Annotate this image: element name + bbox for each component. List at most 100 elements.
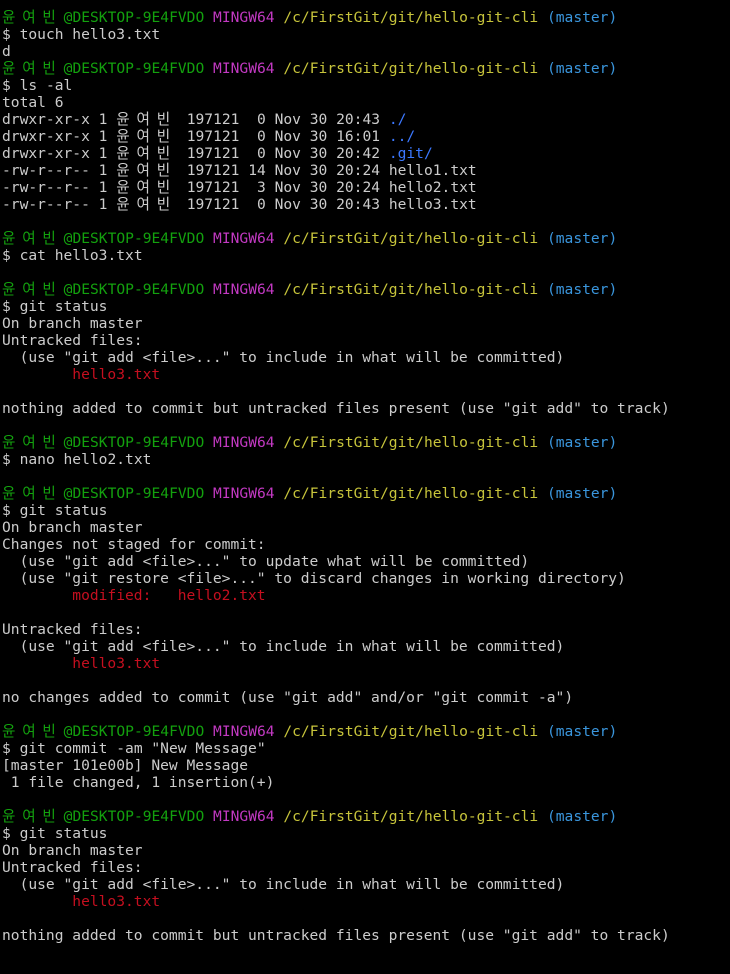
prompt-symbol: $ (2, 502, 11, 519)
ls-permissions: drwxr-xr-x (2, 128, 90, 145)
prompt-line: 윤 여 빈 @DESKTOP-9E4FVDO MINGW64 /c/FirstG… (2, 9, 730, 26)
command-line: $ touch hello3.txt (2, 26, 730, 43)
ls-date: Nov 30 20:43 (274, 111, 381, 128)
prompt-host: @DESKTOP-9E4FVDO (63, 281, 205, 298)
output-text: (use "git add <file>..." to include in w… (2, 638, 565, 655)
output-line-highlight: hello3.txt (2, 366, 730, 383)
ls-owner: 윤 여 빈 (116, 128, 170, 145)
prompt-user: 윤 여 빈 (2, 808, 56, 825)
output-text: Untracked files: (2, 859, 143, 876)
output-text: Untracked files: (2, 332, 143, 349)
prompt-env: MINGW64 (213, 9, 275, 26)
prompt-symbol: $ (2, 740, 11, 757)
ls-permissions: -rw-r--r-- (2, 196, 90, 213)
command-text: nano hello2.txt (19, 451, 152, 468)
output-text: (use "git restore <file>..." to discard … (2, 570, 626, 587)
output-line: no changes added to commit (use "git add… (2, 689, 730, 706)
output-line: [master 101e00b] New Message (2, 757, 730, 774)
ls-group: 197121 (186, 145, 240, 162)
prompt-user: 윤 여 빈 (2, 723, 56, 740)
ls-filename: ../ (388, 128, 416, 145)
terminal-window[interactable]: 윤 여 빈 @DESKTOP-9E4FVDO MINGW64 /c/FirstG… (0, 0, 730, 974)
command-line: $ git commit -am "New Message" (2, 740, 730, 757)
ls-entry: drwxr-xr-x 1 윤 여 빈 197121 0 Nov 30 16:01… (2, 128, 730, 145)
command-text: ls -al (19, 77, 73, 94)
output-line: Untracked files: (2, 332, 730, 349)
prompt-line: 윤 여 빈 @DESKTOP-9E4FVDO MINGW64 /c/FirstG… (2, 281, 730, 298)
output-line: On branch master (2, 842, 730, 859)
prompt-path: /c/FirstGit/git/hello-git-cli (283, 723, 539, 740)
output-text: On branch master (2, 519, 143, 536)
prompt-path: /c/FirstGit/git/hello-git-cli (283, 60, 539, 77)
command-line: $ git status (2, 502, 730, 519)
command-line: $ nano hello2.txt (2, 451, 730, 468)
prompt-host: @DESKTOP-9E4FVDO (63, 723, 205, 740)
ls-entry: drwxr-xr-x 1 윤 여 빈 197121 0 Nov 30 20:42… (2, 145, 730, 162)
prompt-line: 윤 여 빈 @DESKTOP-9E4FVDO MINGW64 /c/FirstG… (2, 230, 730, 247)
output-text: nothing added to commit but untracked fi… (2, 927, 670, 944)
prompt-symbol: $ (2, 451, 11, 468)
prompt-env: MINGW64 (213, 485, 275, 502)
ls-entry: -rw-r--r-- 1 윤 여 빈 197121 3 Nov 30 20:24… (2, 179, 730, 196)
output-text: nothing added to commit but untracked fi… (2, 400, 670, 417)
output-line: Changes not staged for commit: (2, 536, 730, 553)
output-line: nothing added to commit but untracked fi… (2, 400, 730, 417)
ls-group: 197121 (186, 128, 240, 145)
git-status-file: hello3.txt (2, 893, 161, 910)
prompt-branch: (master) (546, 723, 618, 740)
prompt-env: MINGW64 (213, 434, 275, 451)
ls-links: 1 (98, 128, 108, 145)
prompt-env: MINGW64 (213, 808, 275, 825)
ls-group: 197121 (186, 196, 240, 213)
prompt-branch: (master) (546, 281, 618, 298)
command-line: $ cat hello3.txt (2, 247, 730, 264)
ls-entry: -rw-r--r-- 1 윤 여 빈 197121 14 Nov 30 20:2… (2, 162, 730, 179)
prompt-line: 윤 여 빈 @DESKTOP-9E4FVDO MINGW64 /c/FirstG… (2, 808, 730, 825)
output-line: Untracked files: (2, 859, 730, 876)
ls-entry: -rw-r--r-- 1 윤 여 빈 197121 0 Nov 30 20:43… (2, 196, 730, 213)
ls-date: Nov 30 16:01 (274, 128, 381, 145)
ls-owner: 윤 여 빈 (116, 179, 170, 196)
ls-permissions: drwxr-xr-x (2, 111, 90, 128)
output-line: Untracked files: (2, 621, 730, 638)
output-text: total 6 (2, 94, 64, 111)
prompt-path: /c/FirstGit/git/hello-git-cli (283, 230, 539, 247)
output-text: (use "git add <file>..." to include in w… (2, 349, 565, 366)
command-text: git status (19, 825, 108, 842)
git-status-file: modified: hello2.txt (2, 587, 266, 604)
ls-filename: ./ (388, 111, 407, 128)
prompt-symbol: $ (2, 825, 11, 842)
ls-owner: 윤 여 빈 (116, 145, 170, 162)
output-line: total 6 (2, 94, 730, 111)
prompt-host: @DESKTOP-9E4FVDO (63, 9, 205, 26)
ls-owner: 윤 여 빈 (116, 196, 170, 213)
output-line: On branch master (2, 519, 730, 536)
prompt-symbol: $ (2, 298, 11, 315)
ls-size: 0 (248, 196, 266, 213)
prompt-user: 윤 여 빈 (2, 281, 56, 298)
ls-links: 1 (98, 196, 108, 213)
command-text: git status (19, 298, 108, 315)
command-text: touch hello3.txt (19, 26, 161, 43)
ls-date: Nov 30 20:42 (274, 145, 381, 162)
ls-date: Nov 30 20:43 (274, 196, 381, 213)
prompt-user: 윤 여 빈 (2, 230, 56, 247)
output-line-highlight: hello3.txt (2, 655, 730, 672)
ls-filename: hello1.txt (388, 162, 477, 179)
ls-links: 1 (98, 162, 108, 179)
output-text: Changes not staged for commit: (2, 536, 266, 553)
prompt-env: MINGW64 (213, 60, 275, 77)
prompt-user: 윤 여 빈 (2, 485, 56, 502)
command-text: git status (19, 502, 108, 519)
output-text: d (2, 43, 11, 60)
ls-owner: 윤 여 빈 (116, 111, 170, 128)
output-line: (use "git add <file>..." to include in w… (2, 638, 730, 655)
output-text: Untracked files: (2, 621, 143, 638)
output-line: 1 file changed, 1 insertion(+) (2, 774, 730, 791)
ls-group: 197121 (186, 179, 240, 196)
output-line: (use "git add <file>..." to include in w… (2, 349, 730, 366)
